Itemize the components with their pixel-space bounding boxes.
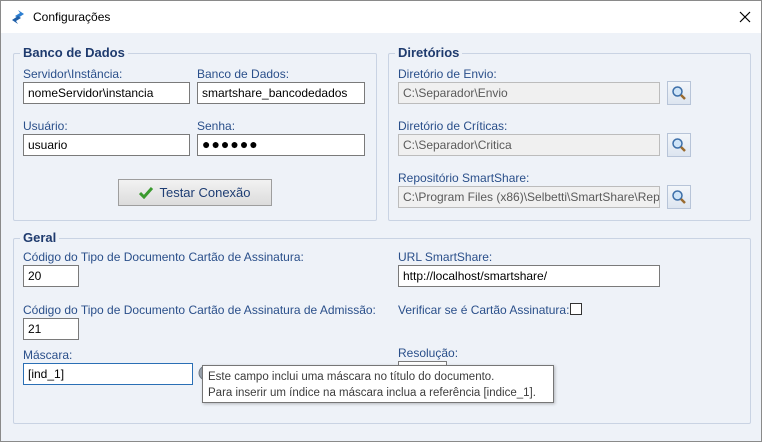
url-input[interactable]: http://localhost/smartshare/ xyxy=(398,265,660,287)
server-input[interactable]: nomeServidor\instancia xyxy=(23,82,190,104)
user-label: Usuário: xyxy=(23,119,68,133)
critic-directory-input[interactable]: C:\Separador\Critica xyxy=(398,134,660,156)
database-name-label: Banco de Dados: xyxy=(197,67,290,81)
server-label: Servidor\Instância: xyxy=(23,67,123,81)
mask-tooltip: Este campo inclui uma máscara no título … xyxy=(202,365,554,403)
database-group-title: Banco de Dados xyxy=(20,45,128,60)
directories-group-title: Diretórios xyxy=(395,45,463,60)
checkmark-icon xyxy=(139,186,154,199)
doc-type-label: Código do Tipo de Documento Cartão de As… xyxy=(23,250,304,264)
password-input[interactable]: ●●●●●● xyxy=(197,134,365,156)
close-button[interactable] xyxy=(728,1,761,33)
verify-card-label: Verificar se é Cartão Assinatura: xyxy=(398,303,570,317)
tooltip-line-2: Para inserir um índice na máscara inclua… xyxy=(208,387,536,399)
test-connection-label: Testar Conexão xyxy=(159,185,251,200)
settings-window: Configurações Banco de Dados Servidor\In… xyxy=(0,0,762,442)
doc-type-input[interactable]: 20 xyxy=(23,265,79,287)
repository-browse-button[interactable] xyxy=(667,185,691,209)
send-directory-label: Diretório de Envio: xyxy=(398,67,497,81)
magnifier-icon xyxy=(672,138,686,152)
database-name-input[interactable]: smartshare_bancodedados xyxy=(197,82,365,104)
resolution-label: Resolução: xyxy=(398,346,459,360)
doc-type-admission-label: Código do Tipo de Documento Cartão de As… xyxy=(23,303,376,317)
password-label: Senha: xyxy=(197,119,236,133)
repository-input[interactable]: C:\Program Files (x86)\Selbetti\SmartSha… xyxy=(398,186,660,208)
title-bar: Configurações xyxy=(1,1,761,33)
app-logo-icon xyxy=(12,10,24,24)
window-title: Configurações xyxy=(33,10,111,24)
mask-label: Máscara: xyxy=(23,348,73,362)
send-directory-browse-button[interactable] xyxy=(667,81,691,105)
magnifier-icon xyxy=(672,86,686,100)
doc-type-admission-input[interactable]: 21 xyxy=(23,318,79,340)
send-directory-input[interactable]: C:\Separador\Envio xyxy=(398,82,660,104)
mask-input[interactable]: [ind_1] xyxy=(23,363,193,385)
general-group-title: Geral xyxy=(20,230,60,245)
test-connection-button[interactable]: Testar Conexão xyxy=(118,179,272,206)
close-icon xyxy=(739,11,750,23)
url-label: URL SmartShare: xyxy=(398,250,493,264)
magnifier-icon xyxy=(672,190,686,204)
repository-label: Repositório SmartShare: xyxy=(398,171,530,185)
tooltip-line-1: Este campo inclui uma máscara no título … xyxy=(208,371,495,383)
critic-directory-label: Diretório de Críticas: xyxy=(398,119,508,133)
user-input[interactable]: usuario xyxy=(23,134,190,156)
verify-card-checkbox[interactable] xyxy=(570,303,582,315)
critic-directory-browse-button[interactable] xyxy=(667,133,691,157)
